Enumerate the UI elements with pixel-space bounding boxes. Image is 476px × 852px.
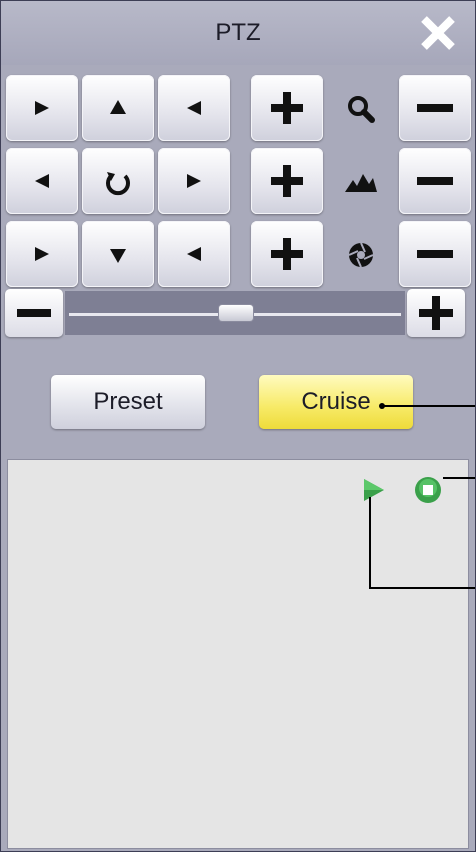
focus-near-button[interactable] bbox=[251, 148, 323, 214]
magnifier-icon bbox=[341, 89, 381, 129]
stop-icon[interactable] bbox=[412, 474, 444, 506]
speed-increase-button[interactable] bbox=[407, 289, 465, 337]
pan-right-button[interactable] bbox=[158, 148, 230, 214]
iris-open-button[interactable] bbox=[251, 221, 323, 287]
speed-slider bbox=[5, 289, 465, 337]
callout-line-cruise bbox=[381, 405, 475, 407]
rotate-center-button[interactable] bbox=[82, 148, 154, 214]
zoom-in-button[interactable] bbox=[251, 75, 323, 141]
close-icon[interactable] bbox=[417, 13, 459, 53]
callout-dot-cruise bbox=[379, 403, 385, 409]
iris-close-button[interactable] bbox=[399, 221, 471, 287]
pan-left-button[interactable] bbox=[6, 148, 78, 214]
pan-down-left-button[interactable] bbox=[6, 221, 78, 287]
title-bar: PTZ bbox=[1, 1, 475, 65]
callout-line-play-horizontal bbox=[369, 587, 475, 589]
ptz-window: PTZ Preset Cruise bbox=[0, 0, 476, 852]
tab-preset[interactable]: Preset bbox=[51, 375, 205, 429]
iris-icon bbox=[341, 235, 381, 275]
tab-cruise[interactable]: Cruise bbox=[259, 375, 413, 429]
tilt-up-button[interactable] bbox=[82, 75, 154, 141]
window-title: PTZ bbox=[215, 19, 261, 46]
focus-far-button[interactable] bbox=[399, 148, 471, 214]
cruise-list bbox=[7, 459, 469, 849]
tilt-down-button[interactable] bbox=[82, 221, 154, 287]
pan-up-left-button[interactable] bbox=[6, 75, 78, 141]
zoom-out-button[interactable] bbox=[399, 75, 471, 141]
callout-line-play-vertical bbox=[369, 497, 371, 589]
speed-decrease-button[interactable] bbox=[5, 289, 63, 337]
pan-down-right-button[interactable] bbox=[158, 221, 230, 287]
pan-up-right-button[interactable] bbox=[158, 75, 230, 141]
speed-thumb[interactable] bbox=[219, 305, 253, 321]
callout-line-stop bbox=[443, 477, 475, 479]
ptz-control-panel: Preset Cruise bbox=[1, 65, 475, 851]
focus-icon bbox=[341, 162, 381, 202]
play-icon[interactable] bbox=[360, 476, 388, 504]
